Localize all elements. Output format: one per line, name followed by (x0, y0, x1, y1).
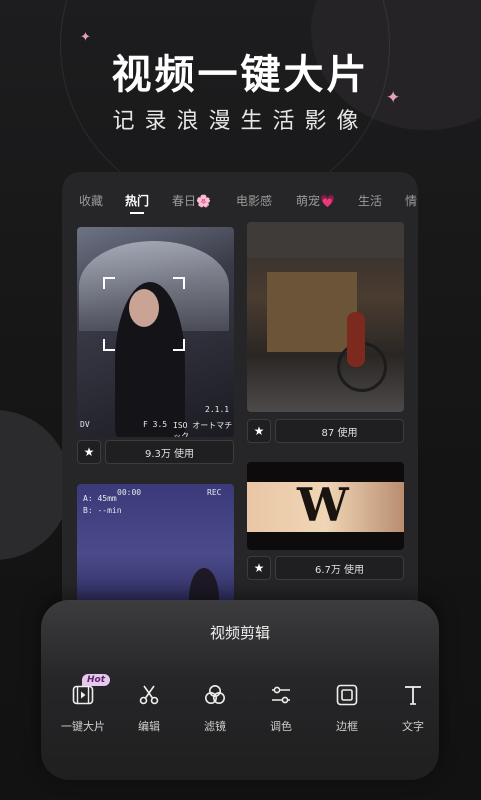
tool-label: 一键大片 (61, 720, 105, 733)
camera-overlay-text: F 3.5 (143, 420, 168, 429)
frame-icon (317, 682, 377, 708)
tool-one-click[interactable]: Hot 一键大片 (53, 674, 113, 734)
use-count-button[interactable]: 9.3万 使用 (105, 440, 234, 464)
template-thumbnail[interactable] (247, 222, 404, 412)
tab-cinematic[interactable]: 电影感 (236, 192, 272, 209)
template-actions: ★ 87 使用 (247, 419, 404, 443)
tool-label: 编辑 (138, 720, 160, 733)
camera-overlay-text: REC (207, 488, 222, 497)
viewfinder-corner (103, 339, 115, 351)
page-title: 视频一键大片 (111, 52, 370, 98)
template-actions: ★ 6.7万 使用 (247, 556, 404, 580)
template-panel: 收藏 热门 春日🌸 电影感 萌宠💗 生活 情 DV F 3.5 ISO オートマ… (62, 172, 418, 642)
category-tabs: 收藏 热门 春日🌸 电影感 萌宠💗 生活 情 (62, 192, 418, 218)
tool-border[interactable]: 边框 (317, 682, 377, 734)
template-thumbnail[interactable]: W (247, 462, 404, 550)
app-screen: ✦ ✦ 视频一键大片 记录浪漫生活影像 收藏 热门 春日🌸 电影感 萌宠💗 生活… (0, 0, 481, 800)
sign-shape: W (297, 478, 349, 532)
tool-label: 边框 (336, 720, 358, 733)
camera-overlay-text: 00:00 (117, 488, 142, 497)
video-edit-sheet: 视频剪辑 Hot 一键大片 编辑 滤镜 调色 边框 文字 (41, 600, 439, 780)
camera-overlay-text: A: 45mm (83, 494, 117, 503)
camera-overlay-text: 2.1.1 (205, 405, 230, 414)
tab-favorites[interactable]: 收藏 (79, 192, 103, 209)
sliders-icon (251, 682, 311, 708)
tab-life[interactable]: 生活 (358, 192, 382, 209)
template-actions: ★ 9.3万 使用 (77, 440, 234, 464)
tab-emotion[interactable]: 情 (405, 192, 417, 209)
tool-text[interactable]: 文字 (383, 682, 443, 734)
tab-indicator (130, 212, 144, 214)
tool-label: 调色 (270, 720, 292, 733)
use-count-button[interactable]: 87 使用 (275, 419, 404, 443)
portrait-face (129, 289, 159, 327)
camera-overlay-text: B: --min (83, 506, 122, 515)
template-thumbnail[interactable]: DV F 3.5 ISO オートマチック 2.1.1 (77, 227, 234, 437)
decor-blob (0, 410, 70, 560)
favorite-star-icon[interactable]: ★ (247, 556, 271, 580)
favorite-star-icon[interactable]: ★ (247, 419, 271, 443)
viewfinder-corner (103, 277, 115, 289)
scissors-icon (119, 682, 179, 708)
tool-label: 文字 (402, 720, 424, 733)
viewfinder-corner (173, 339, 185, 351)
tab-popular[interactable]: 热门 (125, 192, 150, 214)
roof-shape (247, 222, 404, 258)
tab-label: 热门 (125, 194, 150, 208)
tool-color[interactable]: 调色 (251, 682, 311, 734)
tool-label: 滤镜 (204, 720, 226, 733)
tool-filter[interactable]: 滤镜 (185, 682, 245, 734)
page-subtitle: 记录浪漫生活影像 (112, 109, 369, 134)
favorite-star-icon[interactable]: ★ (77, 440, 101, 464)
person-figure (347, 312, 365, 367)
camera-overlay-text: DV (80, 420, 90, 429)
use-count-button[interactable]: 6.7万 使用 (275, 556, 404, 580)
viewfinder-corner (173, 277, 185, 289)
tab-pets[interactable]: 萌宠💗 (296, 192, 335, 209)
sheet-title: 视频剪辑 (209, 624, 270, 642)
hot-badge: Hot (82, 674, 111, 686)
text-icon (383, 682, 443, 708)
tool-edit[interactable]: 编辑 (119, 682, 179, 734)
tab-spring[interactable]: 春日🌸 (172, 192, 211, 209)
filter-circles-icon (185, 682, 245, 708)
shop-window (267, 272, 357, 352)
camera-overlay-text: ISO オートマチック (173, 421, 233, 437)
